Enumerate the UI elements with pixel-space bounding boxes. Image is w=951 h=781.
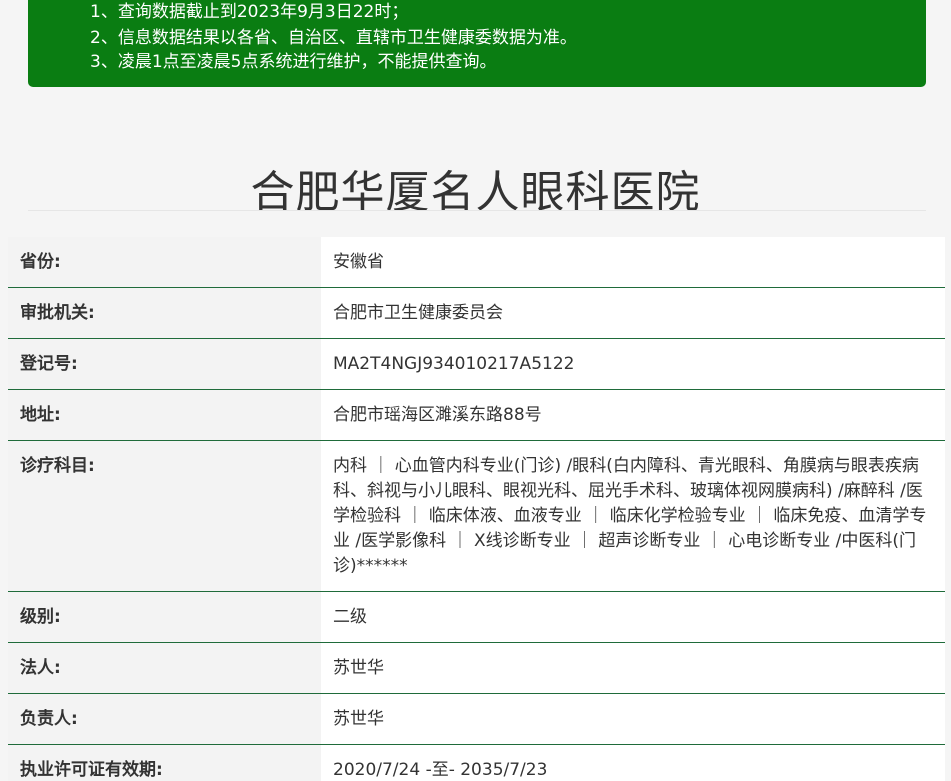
table-row: 法人: 苏世华 (8, 642, 945, 694)
table-row: 级别: 二级 (8, 591, 945, 643)
row-value: 内科 ｜ 心血管内科专业(门诊) /眼科(白内障科、青光眼科、角膜病与眼表疾病科… (321, 440, 945, 592)
table-row: 登记号: MA2T4NGJ934010217A5122 (8, 338, 945, 390)
table-row: 地址: 合肥市瑶海区濉溪东路88号 (8, 389, 945, 441)
row-value: 合肥市瑶海区濉溪东路88号 (321, 389, 945, 441)
row-label: 省份: (8, 237, 321, 288)
row-value: 安徽省 (321, 237, 945, 288)
table-row: 负责人: 苏世华 (8, 693, 945, 745)
row-value: 二级 (321, 591, 945, 643)
notice-banner: 1、查询数据截止到2023年9月3日22时； 2、信息数据结果以各省、自治区、直… (28, 0, 926, 87)
hospital-info-table: 省份: 安徽省 审批机关: 合肥市卫生健康委员会 登记号: MA2T4NGJ93… (8, 237, 945, 781)
table-row: 省份: 安徽省 (8, 237, 945, 288)
table-row: 审批机关: 合肥市卫生健康委员会 (8, 287, 945, 339)
row-value: 合肥市卫生健康委员会 (321, 287, 945, 339)
table-row: 诊疗科目: 内科 ｜ 心血管内科专业(门诊) /眼科(白内障科、青光眼科、角膜病… (8, 440, 945, 592)
hospital-name-title: 合肥华厦名人眼科医院 (250, 167, 701, 219)
row-label: 级别: (8, 591, 321, 643)
row-label: 地址: (8, 389, 321, 441)
page: 1、查询数据截止到2023年9月3日22时； 2、信息数据结果以各省、自治区、直… (0, 0, 951, 781)
row-value: MA2T4NGJ934010217A5122 (321, 338, 945, 390)
row-label: 诊疗科目: (8, 440, 321, 592)
table-row: 执业许可证有效期: 2020/7/24 -至- 2035/7/23 (8, 744, 945, 781)
row-label: 负责人: (8, 693, 321, 745)
row-label: 审批机关: (8, 287, 321, 339)
notice-line-3: 3、凌晨1点至凌晨5点系统进行维护，不能提供查询。 (90, 52, 497, 72)
row-value: 苏世华 (321, 642, 945, 694)
notice-line-2: 2、信息数据结果以各省、自治区、直辖市卫生健康委数据为准。 (90, 28, 577, 48)
row-label: 法人: (8, 642, 321, 694)
notice-line-1: 1、查询数据截止到2023年9月3日22时； (90, 2, 409, 22)
row-value: 2020/7/24 -至- 2035/7/23 (321, 744, 945, 781)
row-label: 执业许可证有效期: (8, 744, 321, 781)
row-label: 登记号: (8, 338, 321, 390)
row-value: 苏世华 (321, 693, 945, 745)
title-divider (28, 210, 926, 211)
